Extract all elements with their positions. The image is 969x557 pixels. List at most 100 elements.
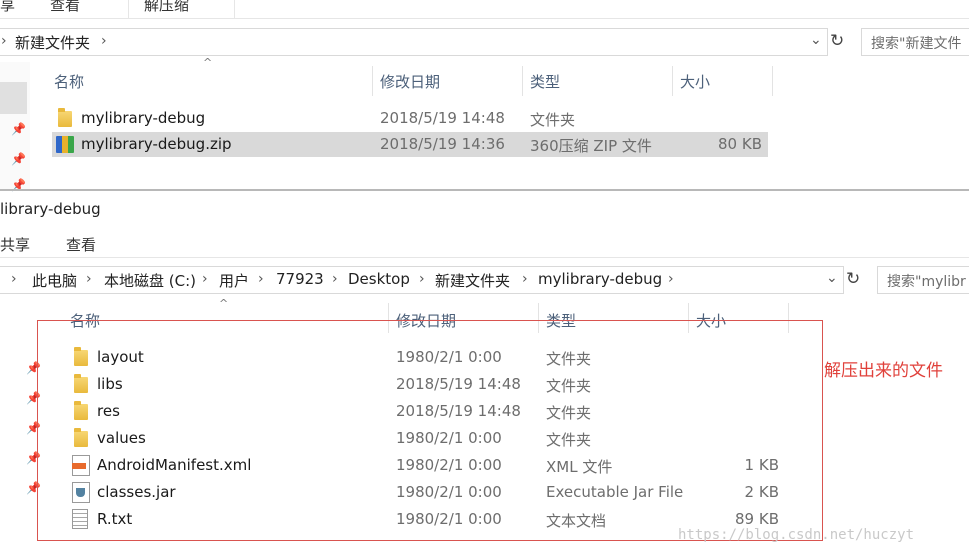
breadcrumb-item[interactable]: 新建文件夹 — [15, 32, 90, 53]
chevron-right-icon: › — [668, 271, 674, 287]
top-explorer-window: 享 查看 解压缩 › 新建文件夹 › ⌄ ↻ 搜索"新建文件 📌 📌 📌 ^ 名… — [0, 0, 969, 192]
chevron-right-icon: › — [258, 271, 264, 287]
ribbon-tab-separator — [234, 0, 235, 18]
file-name: classes.jar — [97, 483, 176, 501]
ribbon-tab-extract[interactable]: 解压缩 — [144, 0, 189, 15]
folder-icon — [74, 347, 88, 366]
chevron-right-icon: › — [522, 271, 528, 287]
breadcrumb-item[interactable]: 此电脑 — [32, 270, 77, 291]
chevron-right-icon: › — [11, 271, 17, 287]
file-type: 文件夹 — [546, 404, 592, 422]
breadcrumb-item[interactable]: 77923 — [276, 270, 324, 288]
chevron-down-icon[interactable]: ⌄ — [810, 32, 822, 48]
file-row[interactable]: libs 2018/5/19 14:48 文件夹 — [68, 372, 788, 397]
search-placeholder: 搜索"新建文件 — [871, 36, 962, 52]
ribbon-tab-view[interactable]: 查看 — [66, 234, 96, 255]
column-header-type[interactable]: 类型 — [530, 71, 560, 92]
window-title: library-debug — [0, 200, 101, 218]
file-row[interactable]: values 1980/2/1 0:00 文件夹 — [68, 426, 788, 451]
file-row[interactable]: res 2018/5/19 14:48 文件夹 — [68, 399, 788, 424]
sort-arrow-icon: ^ — [203, 56, 213, 69]
bottom-explorer-window: library-debug 共享 查看 › 此电脑 › 本地磁盘 (C:) › … — [0, 191, 969, 557]
file-date: 1980/2/1 0:00 — [396, 429, 502, 447]
folder-icon — [74, 401, 88, 420]
file-size: 1 KB — [744, 456, 779, 474]
file-type: 文件夹 — [546, 350, 592, 368]
file-name: libs — [97, 375, 123, 393]
pin-icon[interactable]: 📌 — [11, 152, 26, 166]
xml-badge — [72, 463, 86, 469]
file-date: 1980/2/1 0:00 — [396, 510, 502, 528]
annotation-label: 解压出来的文件 — [824, 361, 943, 381]
file-row[interactable]: layout 1980/2/1 0:00 文件夹 — [68, 345, 788, 370]
file-row[interactable]: mylibrary-debug 2018/5/19 14:48 文件夹 — [52, 106, 768, 131]
file-name: res — [97, 402, 120, 420]
ribbon-tab-separator — [128, 0, 129, 18]
column-header-size[interactable]: 大小 — [680, 71, 710, 92]
refresh-icon[interactable]: ↻ — [830, 31, 844, 51]
file-size: 2 KB — [744, 483, 779, 501]
ribbon-tab-share[interactable]: 共享 — [0, 234, 30, 255]
nav-pane: 📌 📌 📌 — [0, 62, 30, 192]
ribbon-divider — [0, 18, 969, 19]
file-type: 文件夹 — [546, 431, 592, 449]
file-row[interactable]: classes.jar 1980/2/1 0:00 Executable Jar… — [68, 480, 788, 505]
zip-archive-icon — [56, 136, 74, 153]
search-input[interactable]: 搜索"mylibr — [877, 266, 969, 294]
file-date: 2018/5/19 14:36 — [380, 135, 505, 153]
java-cup-glyph — [76, 488, 85, 497]
folder-icon — [74, 374, 88, 393]
column-divider[interactable] — [772, 66, 773, 96]
refresh-icon[interactable]: ↻ — [846, 269, 860, 289]
column-header-date[interactable]: 修改日期 — [380, 71, 440, 92]
jar-file-icon — [72, 482, 90, 503]
breadcrumb-item[interactable]: mylibrary-debug — [538, 270, 662, 288]
xml-file-icon — [72, 455, 90, 476]
chevron-right-icon: › — [1, 33, 7, 49]
ribbon-divider — [0, 257, 969, 258]
breadcrumb-item[interactable]: Desktop — [348, 270, 410, 288]
file-row-selected[interactable]: mylibrary-debug.zip 2018/5/19 14:36 360压… — [52, 132, 768, 157]
chevron-right-icon: › — [332, 271, 338, 287]
chevron-right-icon: › — [101, 33, 107, 49]
file-date: 1980/2/1 0:00 — [396, 483, 502, 501]
file-size: 80 KB — [718, 135, 762, 153]
search-placeholder: 搜索"mylibr — [887, 274, 966, 290]
folder-icon — [58, 108, 72, 127]
file-row[interactable]: AndroidManifest.xml 1980/2/1 0:00 XML 文件… — [68, 453, 788, 478]
chevron-right-icon: › — [419, 271, 425, 287]
column-divider[interactable] — [522, 66, 523, 96]
file-date: 2018/5/19 14:48 — [396, 402, 521, 420]
ribbon-tab-view[interactable]: 查看 — [50, 0, 80, 15]
folder-icon — [74, 428, 88, 447]
address-bar[interactable]: › 此电脑 › 本地磁盘 (C:) › 用户 › 77923 › Desktop… — [0, 266, 844, 294]
ribbon-tab-share[interactable]: 享 — [0, 0, 15, 15]
file-name: AndroidManifest.xml — [97, 456, 252, 474]
chevron-right-icon: › — [86, 271, 92, 287]
column-header-name[interactable]: 名称 — [54, 71, 84, 92]
file-type: 文件夹 — [546, 377, 592, 395]
address-bar[interactable]: › 新建文件夹 › ⌄ — [0, 28, 828, 56]
column-divider[interactable] — [672, 66, 673, 96]
breadcrumb-item[interactable]: 用户 — [219, 270, 249, 291]
column-divider[interactable] — [372, 66, 373, 96]
file-name: values — [97, 429, 146, 447]
file-type: XML 文件 — [546, 458, 613, 476]
text-file-icon — [72, 509, 88, 529]
file-type: 文件夹 — [530, 111, 576, 129]
breadcrumb-item[interactable]: 新建文件夹 — [435, 270, 510, 291]
nav-pane-selected-item[interactable] — [0, 82, 27, 114]
file-date: 1980/2/1 0:00 — [396, 348, 502, 366]
pin-icon[interactable]: 📌 — [11, 122, 26, 136]
file-name: mylibrary-debug — [81, 109, 206, 127]
chevron-down-icon[interactable]: ⌄ — [826, 270, 838, 286]
breadcrumb-item[interactable]: 本地磁盘 (C:) — [104, 270, 196, 291]
file-type: Executable Jar File — [546, 483, 684, 501]
file-date: 2018/5/19 14:48 — [396, 375, 521, 393]
search-input[interactable]: 搜索"新建文件 — [861, 28, 969, 56]
file-date: 1980/2/1 0:00 — [396, 456, 502, 474]
chevron-right-icon: › — [202, 271, 208, 287]
file-date: 2018/5/19 14:48 — [380, 109, 505, 127]
file-name: R.txt — [97, 510, 133, 528]
sort-arrow-icon: ^ — [219, 297, 229, 310]
